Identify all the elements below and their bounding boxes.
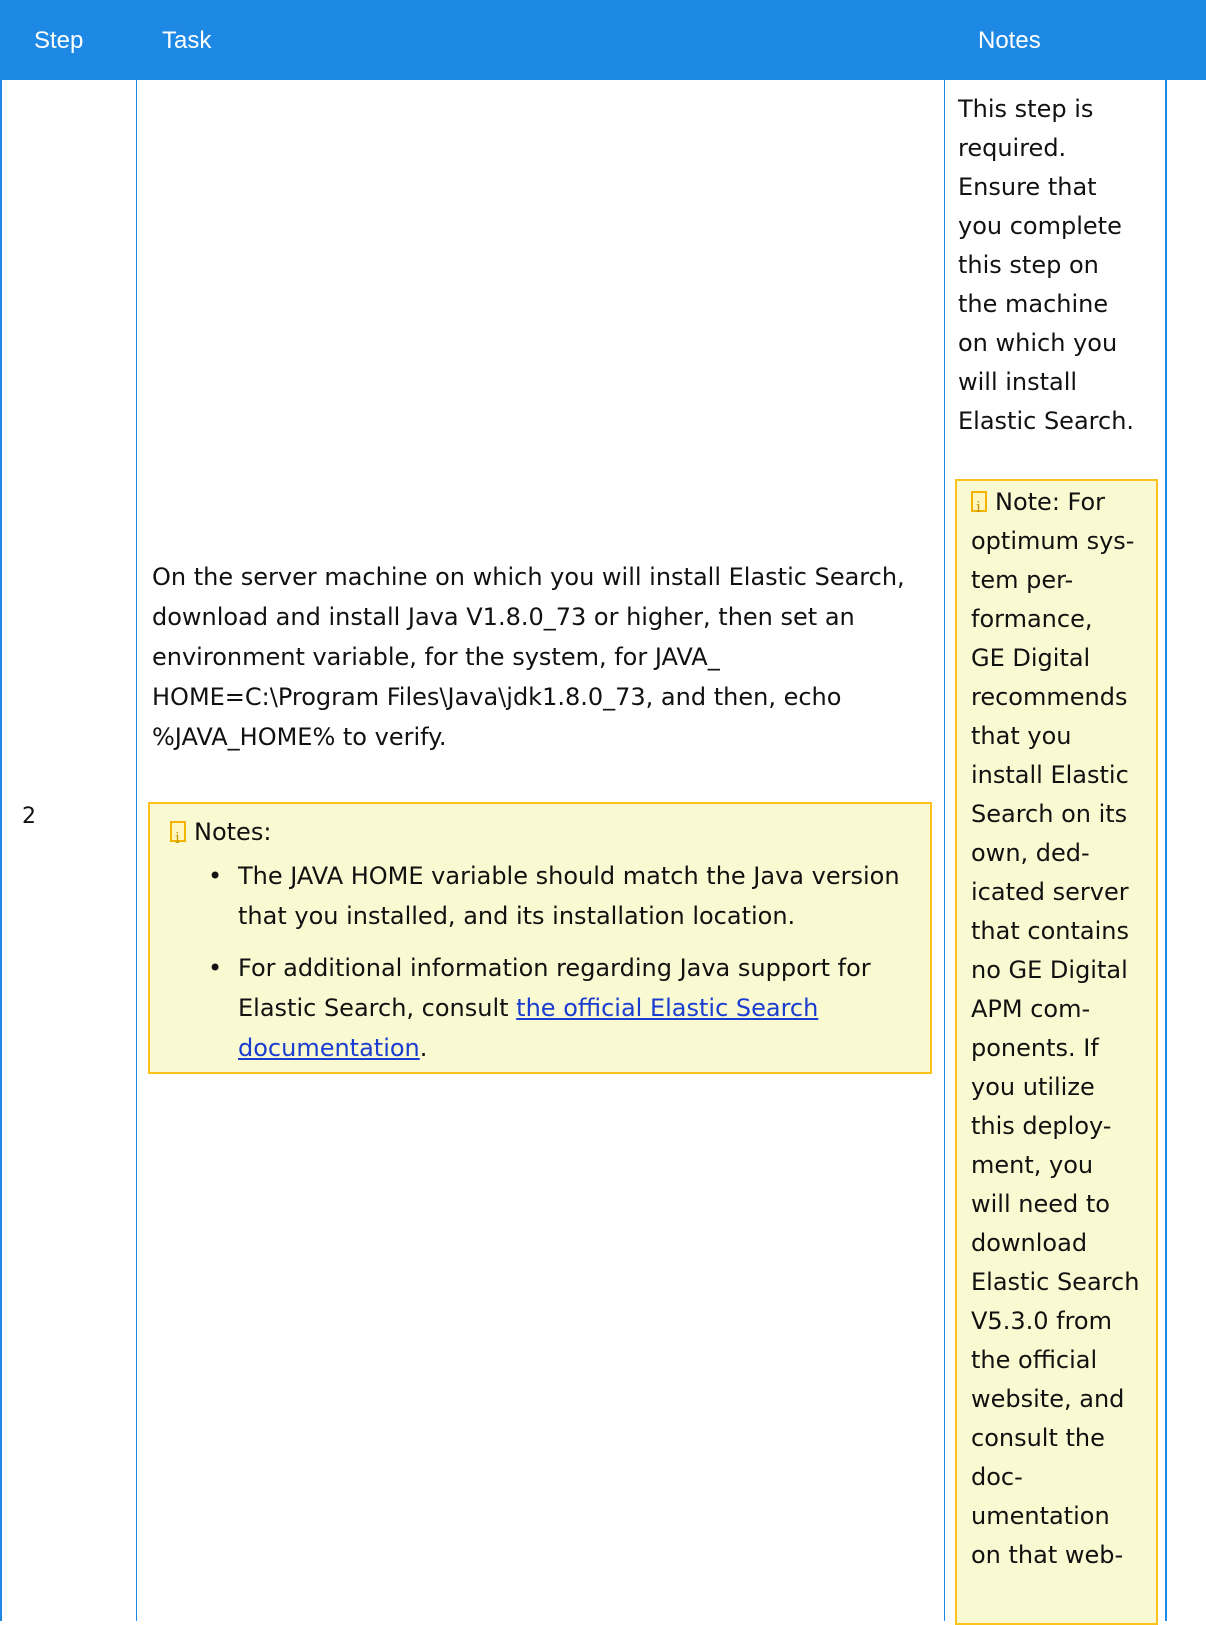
bullet-text: The JAVA HOME variable should match the …: [238, 862, 900, 930]
note-line: consult the: [971, 1424, 1105, 1452]
note-line: that you: [971, 722, 1072, 750]
steps-table: Step Task Notes 2 On the server machine …: [0, 0, 1206, 1625]
note-line: optimum sys-: [971, 527, 1135, 555]
note-line: you utilize: [971, 1073, 1095, 1101]
note-line: on that web-: [971, 1541, 1124, 1569]
note-line: website, and: [971, 1385, 1125, 1413]
header-notes: Notes: [978, 27, 1041, 54]
note-line: tem per-: [971, 566, 1074, 594]
bullet-suffix: .: [419, 1034, 428, 1062]
note-line: no GE Digital: [971, 956, 1128, 984]
note-line: formance,: [971, 605, 1093, 633]
note-line: ment, you: [971, 1151, 1094, 1179]
notes-line: Ensure that: [958, 173, 1097, 201]
task-text: On the server machine on which you will …: [152, 563, 905, 751]
note-line: GE Digital: [971, 644, 1091, 672]
note-line: will need to: [971, 1190, 1110, 1218]
note-label: Note:: [995, 488, 1060, 516]
list-item: The JAVA HOME variable should match the …: [208, 856, 918, 936]
header-task: Task: [162, 27, 212, 54]
note-line: umentation: [971, 1502, 1110, 1530]
note-line-text: For: [1067, 488, 1106, 516]
note-line: ponents. If: [971, 1034, 1099, 1062]
note-line: recommends: [971, 683, 1128, 711]
notes-line: this step on: [958, 251, 1099, 279]
note-line: APM com-: [971, 995, 1091, 1023]
table-left-border: [0, 80, 2, 1621]
task-notes-title: Notes:: [170, 812, 272, 858]
note-line: this deploy-: [971, 1112, 1112, 1140]
notes-line: This step is: [958, 95, 1094, 123]
note-line: download: [971, 1229, 1088, 1257]
list-item: For additional information regarding Jav…: [208, 948, 918, 1068]
notes-line: will install: [958, 368, 1078, 396]
column-divider: [136, 80, 137, 1621]
step-number: 2: [22, 804, 36, 829]
task-notes-box: Notes: The JAVA HOME variable should mat…: [148, 802, 932, 1074]
note-line: Search on its: [971, 800, 1128, 828]
note-line: Note: For: [971, 483, 1171, 527]
column-divider: [944, 80, 945, 1621]
note-line: V5.3.0 from: [971, 1307, 1112, 1335]
note-line: doc-: [971, 1463, 1023, 1491]
note-line: Elastic Search: [971, 1268, 1140, 1296]
note-info-icon: [170, 818, 186, 858]
notes-line: you complete: [958, 212, 1122, 240]
notes-line: on which you: [958, 329, 1118, 357]
note-line: own, ded-: [971, 839, 1090, 867]
notes-column-note-box: Note: For optimum sys- tem per- formance…: [955, 479, 1158, 1625]
notes-label: Notes:: [194, 818, 272, 846]
note-line: the official: [971, 1346, 1098, 1374]
note-box-text: Note: For optimum sys- tem per- formance…: [971, 483, 1171, 1575]
notes-line: Elastic Search.: [958, 407, 1135, 435]
note-line: install Elastic: [971, 761, 1129, 789]
note-line: that contains: [971, 917, 1129, 945]
notes-line: the machine: [958, 290, 1109, 318]
notes-line: required.: [958, 134, 1067, 162]
table-header: Step Task Notes: [0, 0, 1206, 80]
note-info-icon: [971, 488, 987, 527]
notes-column-text: This step is required. Ensure that you c…: [958, 90, 1163, 441]
header-step: Step: [34, 27, 84, 54]
notes-list: The JAVA HOME variable should match the …: [208, 856, 918, 1080]
note-line: icated server: [971, 878, 1129, 906]
